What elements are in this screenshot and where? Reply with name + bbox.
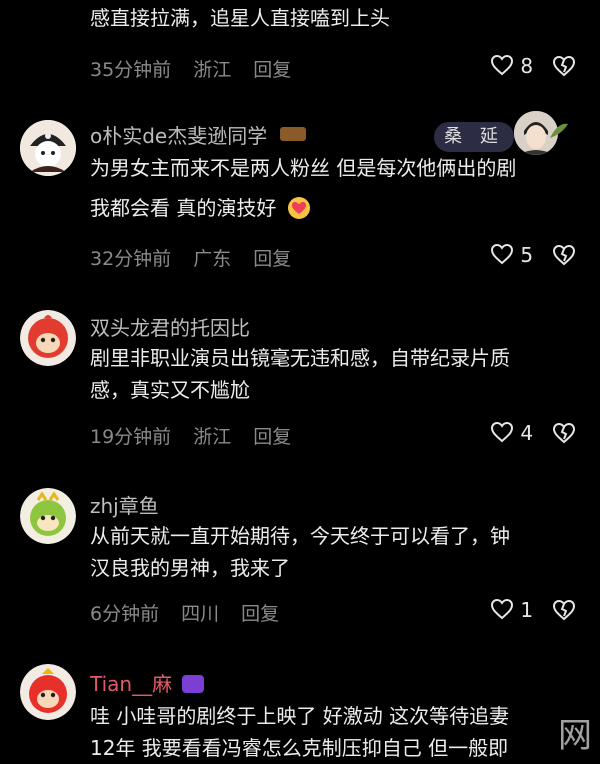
comment-time: 32分钟前	[90, 248, 172, 270]
comment-time: 35分钟前	[90, 59, 172, 81]
username[interactable]: 双头龙君的托因比	[90, 312, 250, 341]
heart-icon	[490, 54, 514, 76]
comment-text: 为男女主而来不是两人粉丝 但是每次他俩出的剧 我都会看 真的演技好	[90, 156, 517, 220]
leaf-decoration-icon	[550, 123, 568, 138]
comment-meta: 35分钟前 浙江 回复	[90, 55, 313, 82]
like-button[interactable]: 4	[490, 421, 533, 445]
comment-meta: 32分钟前 广东 回复	[90, 244, 313, 271]
like-button[interactable]: 5	[490, 243, 533, 267]
username[interactable]: o朴实de杰斐逊同学	[90, 120, 306, 149]
avatar[interactable]	[20, 488, 76, 544]
like-count: 4	[520, 421, 534, 445]
dislike-icon[interactable]	[552, 55, 576, 77]
like-count: 1	[520, 598, 534, 622]
reply-button[interactable]: 回复	[253, 422, 291, 449]
reply-button[interactable]: 回复	[253, 244, 291, 271]
dislike-icon[interactable]	[552, 422, 576, 444]
vip-badge-icon	[182, 675, 205, 693]
level-badge-icon	[279, 127, 306, 141]
like-button[interactable]: 1	[490, 598, 533, 622]
avatar-red-monkey-icon	[20, 664, 76, 720]
avatar-pirate-icon	[20, 120, 76, 176]
reply-button[interactable]: 回复	[241, 599, 279, 626]
comment-text: 哇 小哇哥的剧终于上映了 好激动 这次等待追妻 12年 我要看看冯睿怎么克制压抑…	[90, 704, 510, 760]
username[interactable]: zhj章鱼	[90, 490, 159, 519]
heart-icon	[490, 421, 514, 443]
like-count: 5	[520, 243, 534, 267]
dislike-icon[interactable]	[552, 244, 576, 266]
comment-meta: 6分钟前 四川 回复	[90, 599, 301, 626]
fan-badge: 桑 延	[434, 122, 514, 152]
heart-icon	[490, 598, 514, 620]
reply-button[interactable]: 回复	[253, 55, 291, 82]
comment-text: 从前天就一直开始期待，今天终于可以看了，钟 汉良我的男神，我来了	[90, 524, 510, 580]
comment-location: 浙江	[193, 59, 232, 81]
comment-text: 剧里非职业演员出镜毫无违和感，自带纪录片质 感，真实又不尴尬	[90, 346, 510, 402]
dislike-icon[interactable]	[552, 599, 576, 621]
comment-location: 广东	[193, 248, 232, 270]
comment-meta: 19分钟前 浙江 回复	[90, 422, 313, 449]
comment-time: 19分钟前	[90, 426, 172, 448]
heart-hands-emoji-icon	[287, 197, 310, 219]
comment-location: 浙江	[193, 426, 232, 448]
avatar[interactable]	[20, 664, 76, 720]
like-count: 8	[520, 54, 534, 78]
avatar-green-character-icon	[20, 488, 76, 544]
comment-location: 四川	[181, 603, 220, 625]
like-button[interactable]: 8	[490, 54, 533, 78]
heart-icon	[490, 243, 514, 265]
avatar[interactable]	[20, 310, 76, 366]
comment-text: 感直接拉满，追星人直接嗑到上头	[90, 6, 390, 30]
watermark: 网	[558, 716, 592, 756]
avatar-red-monkey-icon	[20, 310, 76, 366]
comment-time: 6分钟前	[90, 603, 160, 625]
avatar[interactable]	[20, 120, 76, 176]
username[interactable]: Tian__麻	[90, 668, 205, 697]
